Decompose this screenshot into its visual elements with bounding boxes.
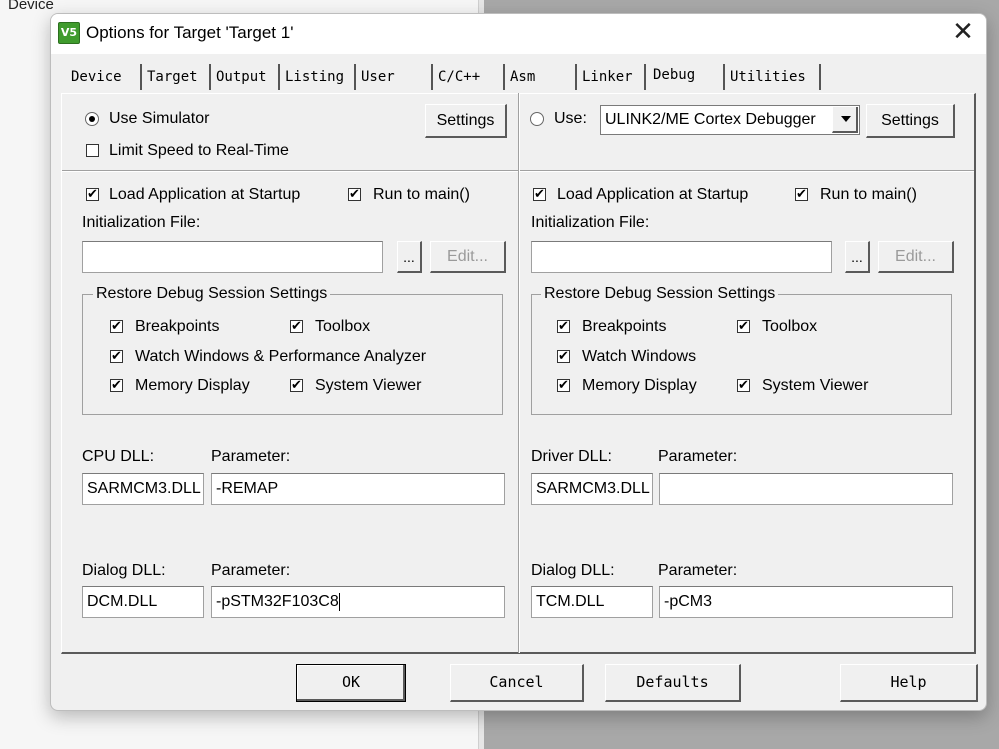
left-run-to-main-label: Run to main()	[373, 186, 470, 203]
limit-speed-label: Limit Speed to Real-Time	[109, 142, 289, 159]
tab-c-cpp[interactable]: C/C++	[433, 64, 505, 90]
right-breakpoints-checkbox[interactable]: ✔	[557, 320, 570, 333]
right-edit-button[interactable]: Edit...	[878, 241, 954, 273]
right-init-file-label: Initialization File:	[531, 214, 650, 231]
right-dialog-dll-parameter-input[interactable]: -pCM3	[659, 586, 953, 618]
title-bar[interactable]: V5 Options for Target 'Target 1' ✕	[51, 14, 986, 54]
cpu-dll-parameter-label: Parameter:	[211, 448, 291, 465]
tab-asm[interactable]: Asm	[505, 64, 577, 90]
left-breakpoints-checkbox[interactable]: ✔	[110, 320, 123, 333]
right-load-app-checkbox[interactable]: ✔	[533, 188, 546, 201]
left-watch-checkbox[interactable]: ✔	[110, 350, 123, 363]
left-run-to-main-checkbox[interactable]: ✔	[348, 188, 361, 201]
left-restore-title: Restore Debug Session Settings	[93, 285, 331, 303]
use-debugger-radio[interactable]	[530, 112, 544, 126]
column-separator	[518, 93, 520, 653]
tab-linker[interactable]: Linker	[577, 64, 646, 90]
left-load-app-checkbox[interactable]: ✔	[86, 188, 99, 201]
dialog-title: Options for Target 'Target 1'	[86, 23, 294, 42]
right-toolbox-checkbox[interactable]: ✔	[737, 320, 750, 333]
right-dialog-dll-parameter-label: Parameter:	[658, 562, 738, 579]
dialog-dll-parameter-input[interactable]: -pSTM32F103C8	[211, 586, 505, 618]
right-restore-title: Restore Debug Session Settings	[541, 285, 779, 303]
right-memory-label: Memory Display	[582, 377, 697, 394]
cpu-dll-input[interactable]: SARMCM3.DLL	[82, 473, 204, 505]
right-breakpoints-label: Breakpoints	[582, 318, 667, 335]
left-init-file-input[interactable]	[82, 241, 383, 273]
tab-listing[interactable]: Listing	[280, 64, 356, 90]
close-icon[interactable]: ✕	[940, 14, 986, 52]
tab-device[interactable]: Device	[66, 64, 142, 90]
text-caret	[338, 592, 340, 611]
left-browse-button[interactable]: ...	[397, 241, 422, 273]
ok-button[interactable]: OK	[296, 664, 406, 702]
background-device-label: Device	[8, 0, 54, 13]
tab-debug[interactable]: Debug	[648, 62, 721, 92]
right-toolbox-label: Toolbox	[762, 318, 818, 335]
help-button[interactable]: Help	[840, 664, 978, 702]
simulator-settings-button[interactable]: Settings	[425, 104, 507, 138]
right-load-app-label: Load Application at Startup	[557, 186, 749, 203]
dialog-dll-parameter-text: -pSTM32F103C8	[216, 593, 339, 610]
right-dialog-dll-label: Dialog DLL:	[531, 562, 615, 579]
tab-target[interactable]: Target	[142, 64, 211, 90]
dialog-dll-label: Dialog DLL:	[82, 562, 166, 579]
defaults-button[interactable]: Defaults	[605, 664, 741, 702]
use-simulator-label: Use Simulator	[109, 110, 210, 127]
left-toolbox-label: Toolbox	[315, 318, 371, 335]
right-system-viewer-checkbox[interactable]: ✔	[737, 379, 750, 392]
left-memory-label: Memory Display	[135, 377, 250, 394]
tab-user[interactable]: User	[356, 64, 433, 90]
driver-dll-parameter-input[interactable]	[659, 473, 953, 505]
left-top-separator	[62, 170, 518, 172]
tab-output[interactable]: Output	[211, 64, 280, 90]
driver-dll-input[interactable]: SARMCM3.DLL	[531, 473, 653, 505]
tab-utilities[interactable]: Utilities	[723, 64, 821, 90]
use-debugger-label: Use:	[554, 110, 587, 127]
right-top-separator	[520, 170, 974, 172]
right-watch-checkbox[interactable]: ✔	[557, 350, 570, 363]
dialog-dll-input[interactable]: DCM.DLL	[82, 586, 204, 618]
right-watch-label: Watch Windows	[582, 348, 697, 365]
use-simulator-radio[interactable]	[85, 112, 99, 126]
right-system-viewer-label: System Viewer	[762, 377, 869, 394]
right-run-to-main-label: Run to main()	[820, 186, 917, 203]
cpu-dll-label: CPU DLL:	[82, 448, 155, 465]
cpu-dll-parameter-input[interactable]: -REMAP	[211, 473, 505, 505]
dialog-dll-parameter-label: Parameter:	[211, 562, 291, 579]
right-dialog-dll-input[interactable]: TCM.DLL	[531, 586, 653, 618]
driver-dll-label: Driver DLL:	[531, 448, 612, 465]
driver-dll-parameter-label: Parameter:	[658, 448, 738, 465]
debugger-select-value: ULINK2/ME Cortex Debugger	[605, 111, 816, 128]
left-load-app-label: Load Application at Startup	[109, 186, 301, 203]
left-system-viewer-checkbox[interactable]: ✔	[290, 379, 303, 392]
left-watch-label: Watch Windows & Performance Analyzer	[135, 348, 427, 365]
right-run-to-main-checkbox[interactable]: ✔	[795, 188, 808, 201]
left-edit-button[interactable]: Edit...	[430, 241, 506, 273]
cancel-button[interactable]: Cancel	[450, 664, 584, 702]
right-browse-button[interactable]: ...	[845, 241, 870, 273]
debugger-settings-button[interactable]: Settings	[866, 104, 955, 138]
limit-speed-checkbox[interactable]	[86, 144, 99, 157]
left-memory-checkbox[interactable]: ✔	[110, 379, 123, 392]
left-init-file-label: Initialization File:	[82, 214, 201, 231]
right-memory-checkbox[interactable]: ✔	[557, 379, 570, 392]
app-icon: V5	[58, 22, 80, 44]
right-init-file-input[interactable]	[531, 241, 832, 273]
left-system-viewer-label: System Viewer	[315, 377, 422, 394]
left-toolbox-checkbox[interactable]: ✔	[290, 320, 303, 333]
chevron-down-icon[interactable]	[832, 107, 858, 133]
debugger-select[interactable]: ULINK2/ME Cortex Debugger	[600, 105, 860, 135]
options-dialog: V5 Options for Target 'Target 1' ✕ Devic…	[50, 13, 987, 711]
left-breakpoints-label: Breakpoints	[135, 318, 220, 335]
